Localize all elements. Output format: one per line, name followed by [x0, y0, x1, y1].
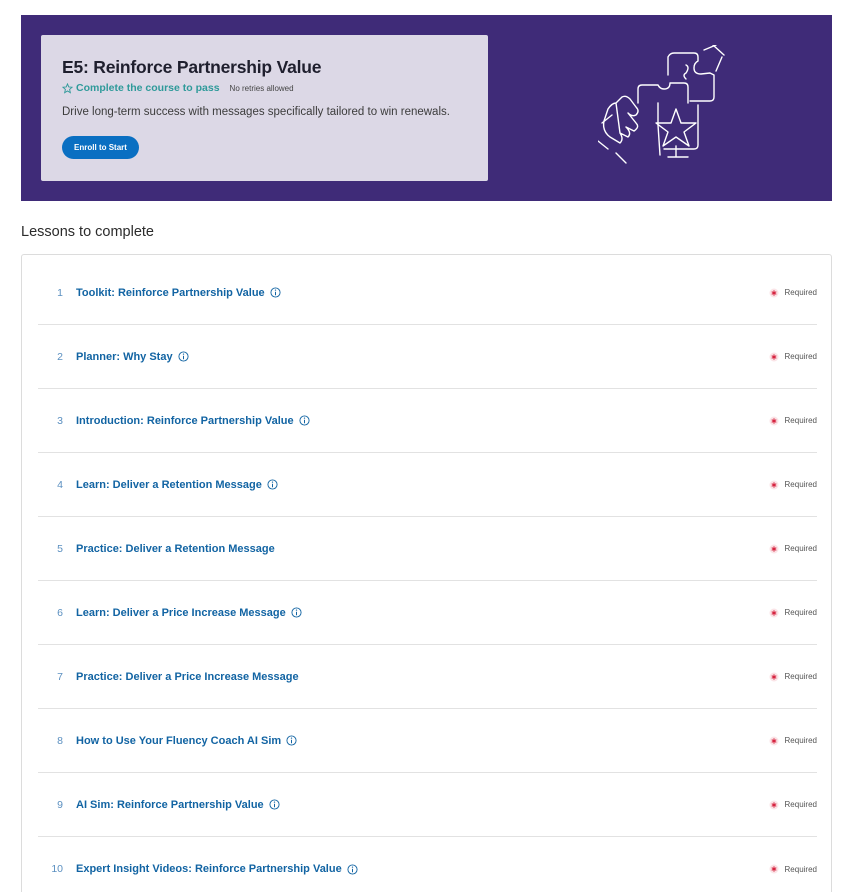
lesson-row[interactable]: 5 Practice: Deliver a Retention Message … — [38, 517, 817, 581]
lesson-main: 4 Learn: Deliver a Retention Message — [38, 479, 769, 491]
required-asterisk-icon — [769, 352, 779, 361]
lesson-title-link[interactable]: Practice: Deliver a Retention Message — [76, 543, 275, 555]
pass-requirement-text: Complete the course to pass — [76, 82, 220, 94]
lesson-title-link[interactable]: Planner: Why Stay — [76, 351, 173, 363]
lesson-title-link[interactable]: Toolkit: Reinforce Partnership Value — [76, 287, 265, 299]
info-circle-icon[interactable] — [270, 287, 281, 298]
enroll-button[interactable]: Enroll to Start — [62, 136, 139, 159]
lesson-title-link[interactable]: Expert Insight Videos: Reinforce Partner… — [76, 863, 342, 875]
lesson-main: 2 Planner: Why Stay — [38, 351, 769, 363]
required-label: Required — [784, 800, 817, 809]
required-badge: Required — [769, 288, 817, 298]
required-badge: Required — [769, 736, 817, 746]
required-label: Required — [784, 480, 817, 489]
lesson-number: 10 — [51, 863, 63, 875]
course-hero-banner: E5: Reinforce Partnership Value Complete… — [21, 15, 832, 201]
lesson-number: 5 — [57, 542, 63, 555]
required-badge: Required — [769, 800, 817, 810]
required-label: Required — [784, 608, 817, 617]
lesson-row[interactable]: 2 Planner: Why Stay Required — [38, 325, 817, 389]
star-outline-icon — [62, 82, 73, 94]
required-asterisk-icon — [769, 608, 779, 617]
required-asterisk-icon — [769, 544, 779, 553]
required-label: Required — [784, 352, 817, 361]
lesson-title-link[interactable]: AI Sim: Reinforce Partnership Value — [76, 799, 264, 811]
lesson-main: 10 Expert Insight Videos: Reinforce Part… — [38, 863, 769, 875]
handshake-puzzle-star-icon — [598, 45, 725, 164]
lesson-title-link[interactable]: Introduction: Reinforce Partnership Valu… — [76, 415, 294, 427]
lesson-main: 7 Practice: Deliver a Price Increase Mes… — [38, 671, 769, 683]
lesson-row[interactable]: 6 Learn: Deliver a Price Increase Messag… — [38, 581, 817, 645]
required-badge: Required — [769, 352, 817, 362]
info-circle-icon[interactable] — [286, 735, 297, 746]
lesson-row[interactable]: 1 Toolkit: Reinforce Partnership Value R… — [38, 261, 817, 325]
required-asterisk-icon — [769, 672, 779, 681]
info-circle-icon[interactable] — [178, 351, 189, 362]
required-asterisk-icon — [769, 480, 779, 489]
required-asterisk-icon — [769, 864, 779, 874]
required-badge: Required — [769, 544, 817, 554]
required-label: Required — [784, 416, 817, 425]
lesson-main: 9 AI Sim: Reinforce Partnership Value — [38, 799, 769, 811]
required-label: Required — [784, 864, 817, 874]
required-badge: Required — [769, 416, 817, 426]
lesson-number: 1 — [57, 286, 63, 299]
required-asterisk-icon — [769, 736, 779, 745]
required-asterisk-icon — [769, 288, 779, 297]
lesson-number: 9 — [57, 798, 63, 811]
required-label: Required — [784, 288, 817, 297]
lesson-row[interactable]: 8 How to Use Your Fluency Coach AI Sim R… — [38, 709, 817, 773]
required-label: Required — [784, 544, 817, 553]
required-badge: Required — [769, 864, 817, 874]
required-label: Required — [784, 672, 817, 681]
lesson-number: 6 — [57, 606, 63, 619]
course-description: Drive long-term success with messages sp… — [62, 106, 450, 118]
info-circle-icon[interactable] — [299, 415, 310, 426]
lesson-main: 3 Introduction: Reinforce Partnership Va… — [38, 415, 769, 427]
required-label: Required — [784, 736, 817, 745]
lesson-row[interactable]: 3 Introduction: Reinforce Partnership Va… — [38, 389, 817, 453]
lesson-main: 5 Practice: Deliver a Retention Message — [38, 543, 769, 555]
info-circle-icon[interactable] — [291, 607, 302, 618]
lessons-list: 1 Toolkit: Reinforce Partnership Value R… — [21, 254, 832, 892]
pass-requirement-row: Complete the course to pass No retries a… — [62, 82, 294, 94]
retries-text: No retries allowed — [229, 83, 294, 93]
lesson-number: 8 — [57, 734, 63, 747]
required-asterisk-icon — [769, 800, 779, 809]
lesson-row[interactable]: 10 Expert Insight Videos: Reinforce Part… — [38, 837, 817, 892]
info-circle-icon[interactable] — [269, 799, 280, 810]
lesson-row[interactable]: 4 Learn: Deliver a Retention Message Req… — [38, 453, 817, 517]
lesson-title-link[interactable]: How to Use Your Fluency Coach AI Sim — [76, 735, 281, 747]
lesson-title-link[interactable]: Learn: Deliver a Price Increase Message — [76, 607, 286, 619]
info-circle-icon[interactable] — [347, 863, 358, 875]
course-title: E5: Reinforce Partnership Value — [62, 57, 322, 77]
required-asterisk-icon — [769, 416, 779, 425]
lesson-row[interactable]: 9 AI Sim: Reinforce Partnership Value Re… — [38, 773, 817, 837]
lesson-number: 7 — [57, 670, 63, 683]
info-circle-icon[interactable] — [267, 479, 278, 490]
lesson-row[interactable]: 7 Practice: Deliver a Price Increase Mes… — [38, 645, 817, 709]
course-info-card: E5: Reinforce Partnership Value Complete… — [41, 35, 488, 181]
lesson-title-link[interactable]: Learn: Deliver a Retention Message — [76, 479, 262, 491]
lessons-section-title: Lessons to complete — [21, 224, 154, 240]
required-badge: Required — [769, 480, 817, 490]
lesson-title-link[interactable]: Practice: Deliver a Price Increase Messa… — [76, 671, 299, 683]
lesson-number: 3 — [57, 414, 63, 427]
required-badge: Required — [769, 608, 817, 618]
lesson-number: 4 — [57, 478, 63, 491]
lesson-main: 8 How to Use Your Fluency Coach AI Sim — [38, 735, 769, 747]
required-badge: Required — [769, 672, 817, 682]
lesson-number: 2 — [57, 350, 63, 363]
lesson-main: 6 Learn: Deliver a Price Increase Messag… — [38, 607, 769, 619]
lesson-main: 1 Toolkit: Reinforce Partnership Value — [38, 287, 769, 299]
